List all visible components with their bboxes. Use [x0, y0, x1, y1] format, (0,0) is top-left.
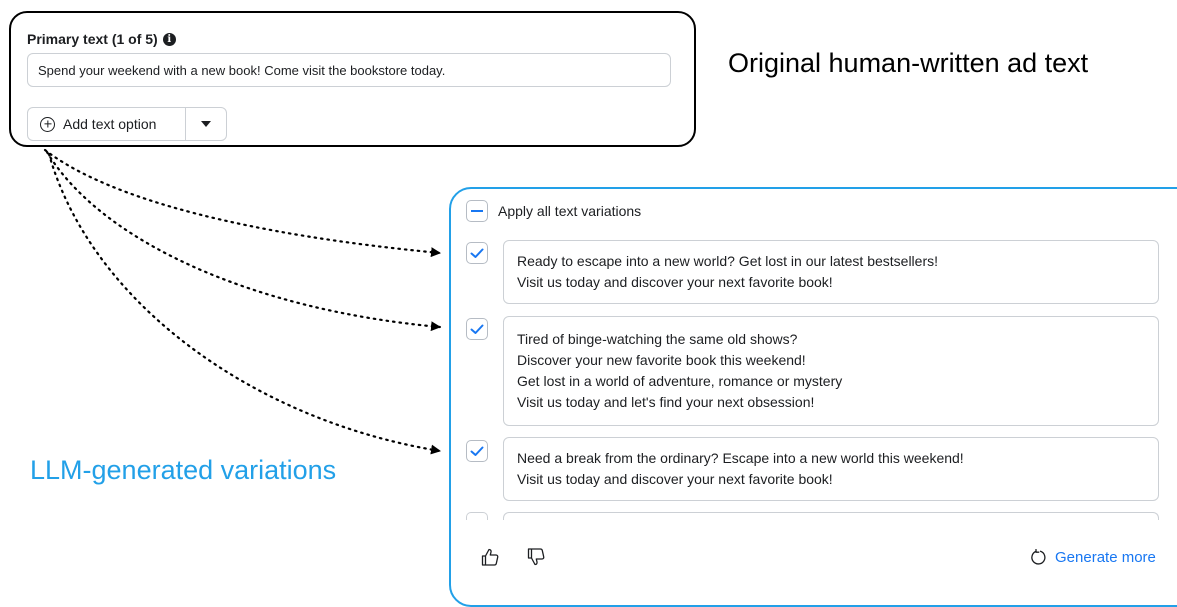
arrow-to-variation-2 [45, 150, 442, 332]
add-text-option-label: Add text option [63, 116, 157, 132]
generate-more-button[interactable]: Generate more [1030, 549, 1156, 566]
variation-checkbox[interactable] [466, 440, 488, 462]
variation-text-box[interactable]: Tired of binge-watching the same old sho… [503, 316, 1159, 426]
variation-line: Get lost in a world of adventure, romanc… [517, 373, 843, 389]
generate-more-label: Generate more [1055, 549, 1156, 566]
arrow-to-variation-1 [43, 148, 442, 258]
variation-text-box[interactable]: Ready to escape into a new world? Get lo… [503, 240, 1159, 304]
caret-down-icon [201, 121, 211, 127]
original-text-panel: Primary text (1 of 5) i Spend your weeke… [9, 11, 696, 147]
thumbs-down-icon[interactable] [526, 547, 546, 567]
variation-text-box[interactable]: Need a break from the ordinary? Escape i… [503, 437, 1159, 501]
checkmark-icon [470, 248, 484, 258]
variation-line: Ready to escape into a new world? Get lo… [517, 253, 938, 269]
checkmark-icon [470, 324, 484, 334]
add-text-option-group: Add text option [27, 107, 227, 141]
apply-all-label: Apply all text variations [498, 203, 642, 219]
primary-text-value: Spend your weekend with a new book! Come… [38, 62, 446, 78]
apply-all-checkbox[interactable] [466, 200, 488, 222]
add-text-option-button[interactable]: Add text option [28, 108, 186, 140]
add-text-dropdown-button[interactable] [186, 108, 226, 140]
apply-all-row[interactable]: Apply all text variations [466, 200, 641, 222]
primary-text-label-text: Primary text (1 of 5) [27, 31, 158, 47]
variation-line: Visit us today and let's find your next … [517, 394, 815, 410]
variation-line: Visit us today and discover your next fa… [517, 274, 833, 290]
refresh-icon [1031, 549, 1046, 565]
primary-text-input[interactable]: Spend your weekend with a new book! Come… [27, 53, 671, 87]
variation-line: Tired of binge-watching the same old sho… [517, 331, 798, 347]
primary-text-label: Primary text (1 of 5) i [27, 31, 176, 47]
checkmark-icon [470, 446, 484, 456]
variation-line: Visit us today and discover your next fa… [517, 471, 833, 487]
variation-checkbox[interactable] [466, 242, 488, 264]
variation-line: Need a break from the ordinary? Escape i… [517, 450, 964, 466]
minus-icon [471, 210, 483, 212]
original-caption: Original human-written ad text [728, 48, 1089, 78]
arrow-to-variation-3 [47, 152, 442, 455]
info-icon[interactable]: i [162, 32, 176, 46]
variation-line: Discover your new favorite book this wee… [517, 352, 806, 368]
variation-checkbox[interactable] [466, 318, 488, 340]
llm-caption: LLM-generated variations [30, 455, 337, 485]
thumbs-up-icon[interactable] [480, 547, 500, 567]
plus-circle-icon [40, 116, 55, 132]
scroll-fade [452, 520, 1167, 530]
